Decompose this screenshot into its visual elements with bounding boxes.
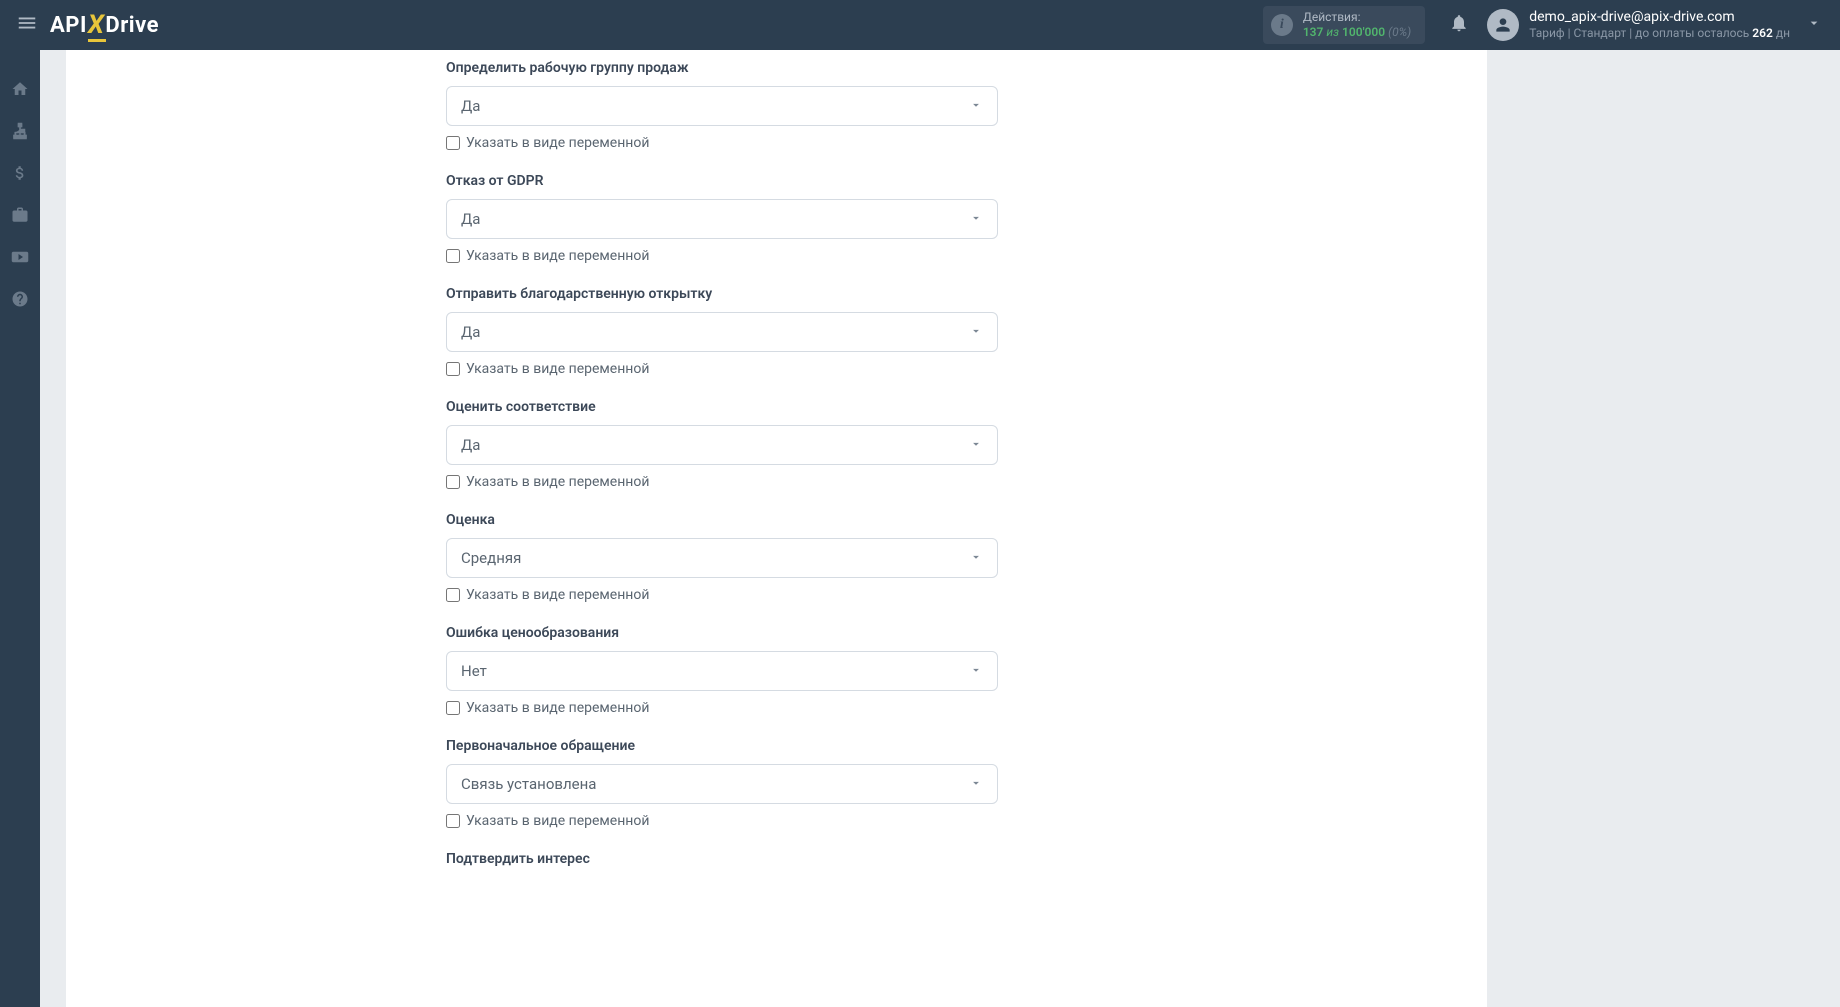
field-label: Определить рабочую группу продаж	[446, 60, 1447, 76]
user-email: demo_apix-drive@apix-drive.com	[1529, 9, 1790, 26]
select-value: Да	[461, 210, 480, 228]
help-icon	[11, 290, 29, 308]
actions-of: из	[1326, 25, 1339, 39]
select-initial-contact[interactable]: Связь установлена	[446, 764, 998, 804]
user-dropdown-toggle[interactable]	[1796, 15, 1832, 35]
checkbox-label[interactable]: Указать в виде переменной	[466, 135, 649, 151]
select-value: Средняя	[461, 549, 521, 567]
actions-text: Действия: 137 из 100'000 (0%)	[1303, 10, 1411, 40]
top-header: API X Drive i Действия: 137 из 100'000 (…	[0, 0, 1840, 50]
sidebar-video[interactable]	[0, 238, 40, 276]
info-icon: i	[1271, 14, 1293, 36]
actions-label: Действия:	[1303, 10, 1411, 25]
select-value: Нет	[461, 662, 487, 680]
sidebar-connections[interactable]	[0, 112, 40, 150]
form-group: Ошибка ценообразования Нет Указать в вид…	[446, 625, 1447, 716]
user-menu[interactable]: demo_apix-drive@apix-drive.com Тариф | С…	[1483, 9, 1796, 41]
form-group: Отправить благодарственную открытку Да У…	[446, 286, 1447, 377]
variable-checkbox[interactable]	[446, 249, 460, 263]
field-label: Отказ от GDPR	[446, 173, 1447, 189]
select-gdpr[interactable]: Да	[446, 199, 998, 239]
form-group: Оценить соответствие Да Указать в виде п…	[446, 399, 1447, 490]
actions-counter[interactable]: i Действия: 137 из 100'000 (0%)	[1263, 6, 1425, 44]
chevron-down-icon	[969, 549, 983, 568]
user-icon	[1493, 15, 1513, 35]
field-label: Оценка	[446, 512, 1447, 528]
avatar	[1487, 9, 1519, 41]
home-icon	[11, 80, 29, 98]
form-group: Подтвердить интерес	[446, 851, 1447, 867]
field-label: Отправить благодарственную открытку	[446, 286, 1447, 302]
user-text: demo_apix-drive@apix-drive.com Тариф | С…	[1529, 9, 1790, 40]
form-group: Определить рабочую группу продаж Да Указ…	[446, 60, 1447, 151]
chevron-down-icon	[969, 775, 983, 794]
select-value: Да	[461, 323, 480, 341]
form-column: Определить рабочую группу продаж Да Указ…	[396, 50, 1487, 1007]
left-sidebar	[0, 50, 40, 1007]
youtube-icon	[11, 248, 29, 266]
chevron-down-icon	[969, 97, 983, 116]
select-pricing-error[interactable]: Нет	[446, 651, 998, 691]
field-label: Оценить соответствие	[446, 399, 1447, 415]
form-group: Отказ от GDPR Да Указать в виде переменн…	[446, 173, 1447, 264]
select-sales-group[interactable]: Да	[446, 86, 998, 126]
bell-icon	[1449, 13, 1469, 33]
variable-checkbox[interactable]	[446, 362, 460, 376]
select-value: Связь установлена	[461, 775, 596, 793]
select-assess-match[interactable]: Да	[446, 425, 998, 465]
variable-checkbox[interactable]	[446, 588, 460, 602]
chevron-down-icon	[1806, 15, 1822, 31]
actions-pct: (0%)	[1388, 25, 1411, 39]
sitemap-icon	[11, 122, 29, 140]
checkbox-label[interactable]: Указать в виде переменной	[466, 248, 649, 264]
briefcase-icon	[11, 206, 29, 224]
logo-api: API	[50, 13, 87, 38]
select-rating[interactable]: Средняя	[446, 538, 998, 578]
actions-limit: 100'000	[1342, 25, 1385, 39]
form-group: Оценка Средняя Указать в виде переменной	[446, 512, 1447, 603]
select-thankyou-card[interactable]: Да	[446, 312, 998, 352]
variable-checkbox[interactable]	[446, 475, 460, 489]
chevron-down-icon	[969, 662, 983, 681]
logo-x: X	[88, 10, 105, 40]
user-tariff: Тариф | Стандарт | до оплаты осталось 26…	[1529, 26, 1790, 40]
dollar-icon	[11, 164, 29, 182]
sidebar-billing[interactable]	[0, 154, 40, 192]
checkbox-label[interactable]: Указать в виде переменной	[466, 361, 649, 377]
checkbox-label[interactable]: Указать в виде переменной	[466, 474, 649, 490]
sidebar-help[interactable]	[0, 280, 40, 318]
app-logo[interactable]: API X Drive	[50, 10, 159, 40]
logo-drive: Drive	[105, 13, 159, 38]
sidebar-home[interactable]	[0, 70, 40, 108]
hamburger-menu[interactable]	[8, 4, 46, 46]
select-value: Да	[461, 436, 480, 454]
tariff-prefix: Тариф | Стандарт | до оплаты осталось	[1529, 26, 1752, 40]
form-group: Первоначальное обращение Связь установле…	[446, 738, 1447, 829]
chevron-down-icon	[969, 323, 983, 342]
variable-checkbox[interactable]	[446, 701, 460, 715]
variable-checkbox[interactable]	[446, 814, 460, 828]
checkbox-label[interactable]: Указать в виде переменной	[466, 700, 649, 716]
tariff-suffix: дн	[1773, 26, 1790, 40]
field-label: Подтвердить интерес	[446, 851, 1447, 867]
checkbox-label[interactable]: Указать в виде переменной	[466, 587, 649, 603]
panel-left-column	[66, 50, 396, 1007]
chevron-down-icon	[969, 436, 983, 455]
tariff-days: 262	[1752, 26, 1773, 40]
select-value: Да	[461, 97, 480, 115]
hamburger-icon	[16, 12, 38, 34]
variable-checkbox[interactable]	[446, 136, 460, 150]
field-label: Ошибка ценообразования	[446, 625, 1447, 641]
chevron-down-icon	[969, 210, 983, 229]
field-label: Первоначальное обращение	[446, 738, 1447, 754]
checkbox-label[interactable]: Указать в виде переменной	[466, 813, 649, 829]
actions-count: 137	[1303, 25, 1324, 39]
sidebar-tools[interactable]	[0, 196, 40, 234]
notifications-button[interactable]	[1435, 13, 1483, 37]
